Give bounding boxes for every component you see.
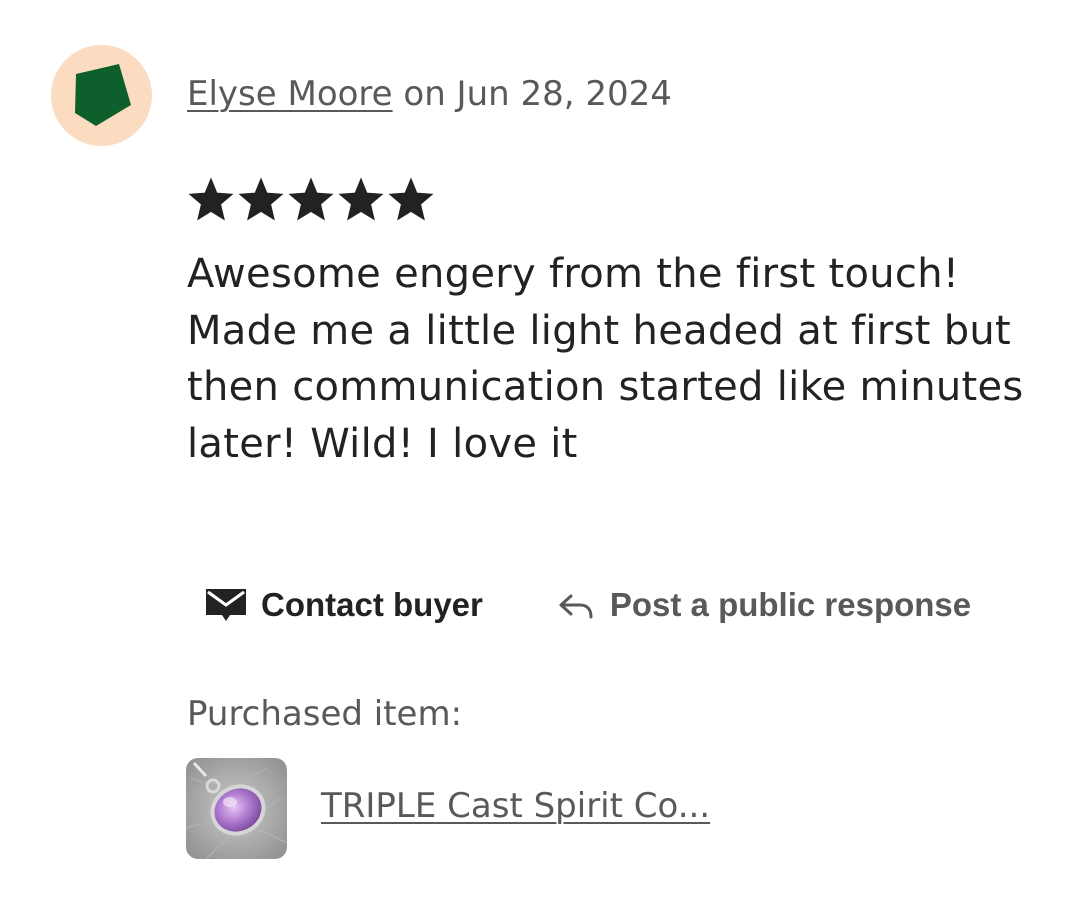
purchased-item-link[interactable]: TRIPLE Cast Spirit Co... <box>321 784 710 828</box>
purchased-item-thumbnail[interactable] <box>186 758 287 859</box>
pentagon-avatar-icon <box>75 64 131 126</box>
contact-buyer-label: Contact buyer <box>261 586 483 623</box>
star-filled-icon <box>188 177 234 221</box>
envelope-icon <box>206 589 246 621</box>
amethyst-pendant-image <box>186 758 287 859</box>
reply-arrow-icon <box>559 594 593 619</box>
purchased-item-label: Purchased item: <box>187 694 463 734</box>
star-filled-icon <box>388 177 434 221</box>
star-filled-icon <box>338 177 384 221</box>
reviewer-name-link[interactable]: Elyse Moore <box>187 74 393 114</box>
review-byline: Elyse Moore on Jun 28, 2024 <box>187 72 672 116</box>
review-date: on Jun 28, 2024 <box>403 74 672 114</box>
star-rating <box>187 175 435 225</box>
post-public-response-label: Post a public response <box>609 586 972 623</box>
reviewer-avatar[interactable] <box>51 45 152 146</box>
star-filled-icon <box>238 177 284 221</box>
star-filled-icon <box>288 177 334 221</box>
review-text: Awesome engery from the first touch! Mad… <box>187 251 1024 467</box>
contact-buyer-button[interactable]: Contact buyer <box>205 586 483 624</box>
review-actions: Contact buyer Post a public response <box>205 580 971 630</box>
post-public-response-button[interactable]: Post a public response <box>558 586 971 624</box>
